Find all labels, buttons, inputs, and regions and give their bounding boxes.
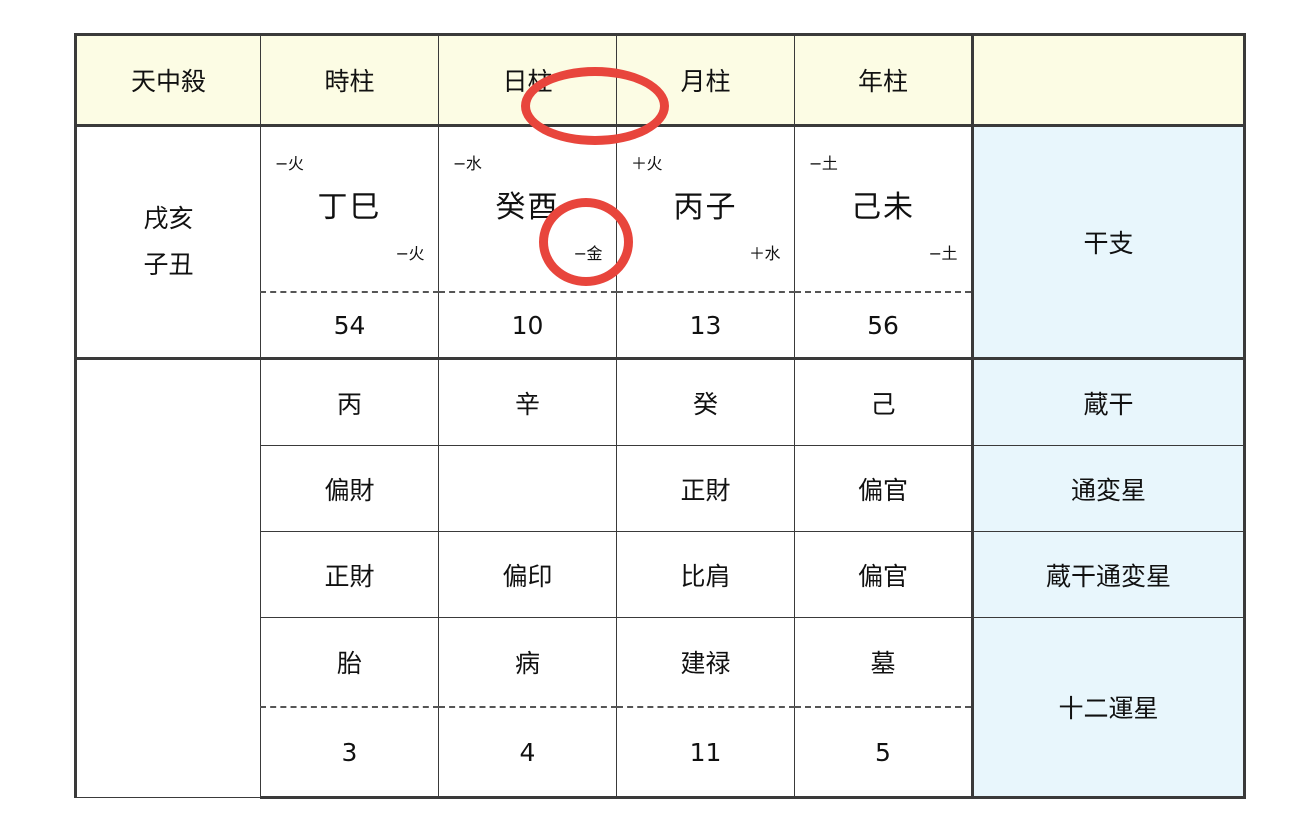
header-pillar-hour: 時柱 [260,33,439,127]
kanshi-number-day: 10 [438,291,617,361]
empty-left-cell [74,357,261,798]
kanshi-text-hour: 丁巳 [317,190,382,226]
tsuhensei-hour: 偏財 [260,445,439,532]
table-header-row: 天中殺 時柱 日柱 月柱 年柱 [74,33,1246,127]
kanshi-number-year: 56 [794,291,974,361]
meishiki-table: 天中殺 時柱 日柱 月柱 年柱 戌亥 子丑 −火 丁巳 −火 −水 癸酉 −金 … [74,33,1246,799]
header-pillar-day: 日柱 [438,33,617,127]
kanshi-cell-hour: −火 丁巳 −火 [260,125,439,294]
header-pillar-year: 年柱 [794,33,974,127]
kanshi-text-day: 癸酉 [495,190,560,226]
kanshi-text-month: 丙子 [673,190,738,226]
zokan-hour: 丙 [260,357,439,446]
zokan-tsuhensei-hour: 正財 [260,531,439,618]
row-label-tsuhensei: 通変星 [972,445,1246,532]
tsuhensei-month: 正財 [616,445,795,532]
kanshi-row: 戌亥 子丑 −火 丁巳 −火 −水 癸酉 −金 ＋火 丙子 ＋水 −土 己未 −… [74,125,1246,360]
branch-element-hour: −火 [395,244,425,264]
tsuhensei-day [438,445,617,532]
branch-element-year: −土 [928,244,958,264]
junishunsei-number-day: 4 [438,706,617,799]
zokan-tsuhensei-day: 偏印 [438,531,617,618]
stem-element-day: −水 [453,154,482,174]
zokan-month: 癸 [616,357,795,446]
junishunsei-number-hour: 3 [260,706,439,799]
junishunsei-star-day: 病 [438,617,617,708]
kanshi-number-month: 13 [616,291,795,361]
zokan-year: 己 [794,357,974,446]
tenchusatsu-cell: 戌亥 子丑 [74,125,261,360]
row-label-junishunsei: 十二運星 [972,617,1246,799]
junishunsei-star-year: 墓 [794,617,974,708]
header-label-blank [972,33,1246,127]
kanshi-cell-day: −水 癸酉 −金 [438,125,617,294]
zokan-day: 辛 [438,357,617,446]
zokan-row: 丙 辛 癸 己 蔵干 [74,357,1246,798]
header-tenchusatsu: 天中殺 [74,33,261,127]
row-label-kanshi: 干支 [972,125,1246,360]
row-label-zokan-tsuhensei: 蔵干通変星 [972,531,1246,618]
kanshi-cell-year: −土 己未 −土 [794,125,974,294]
stem-element-month: ＋火 [631,154,663,174]
row-label-zokan: 蔵干 [972,357,1246,446]
kanshi-number-hour: 54 [260,291,439,361]
zokan-tsuhensei-month: 比肩 [616,531,795,618]
zokan-tsuhensei-year: 偏官 [794,531,974,618]
tenchusatsu-line-2: 子丑 [143,250,194,279]
junishunsei-star-hour: 胎 [260,617,439,708]
kanshi-text-year: 己未 [851,190,915,226]
junishunsei-number-year: 5 [794,706,974,799]
branch-element-day: −金 [573,244,603,264]
kanshi-cell-month: ＋火 丙子 ＋水 [616,125,795,294]
meishiki-chart: 天中殺 時柱 日柱 月柱 年柱 戌亥 子丑 −火 丁巳 −火 −水 癸酉 −金 … [74,33,1246,799]
tsuhensei-year: 偏官 [794,445,974,532]
junishunsei-number-month: 11 [616,706,795,799]
stem-element-hour: −火 [275,154,304,174]
junishunsei-star-month: 建禄 [616,617,795,708]
tenchusatsu-line-1: 戌亥 [143,203,194,233]
stem-element-year: −土 [809,154,838,174]
header-pillar-month: 月柱 [616,33,795,127]
branch-element-month: ＋水 [748,244,781,264]
